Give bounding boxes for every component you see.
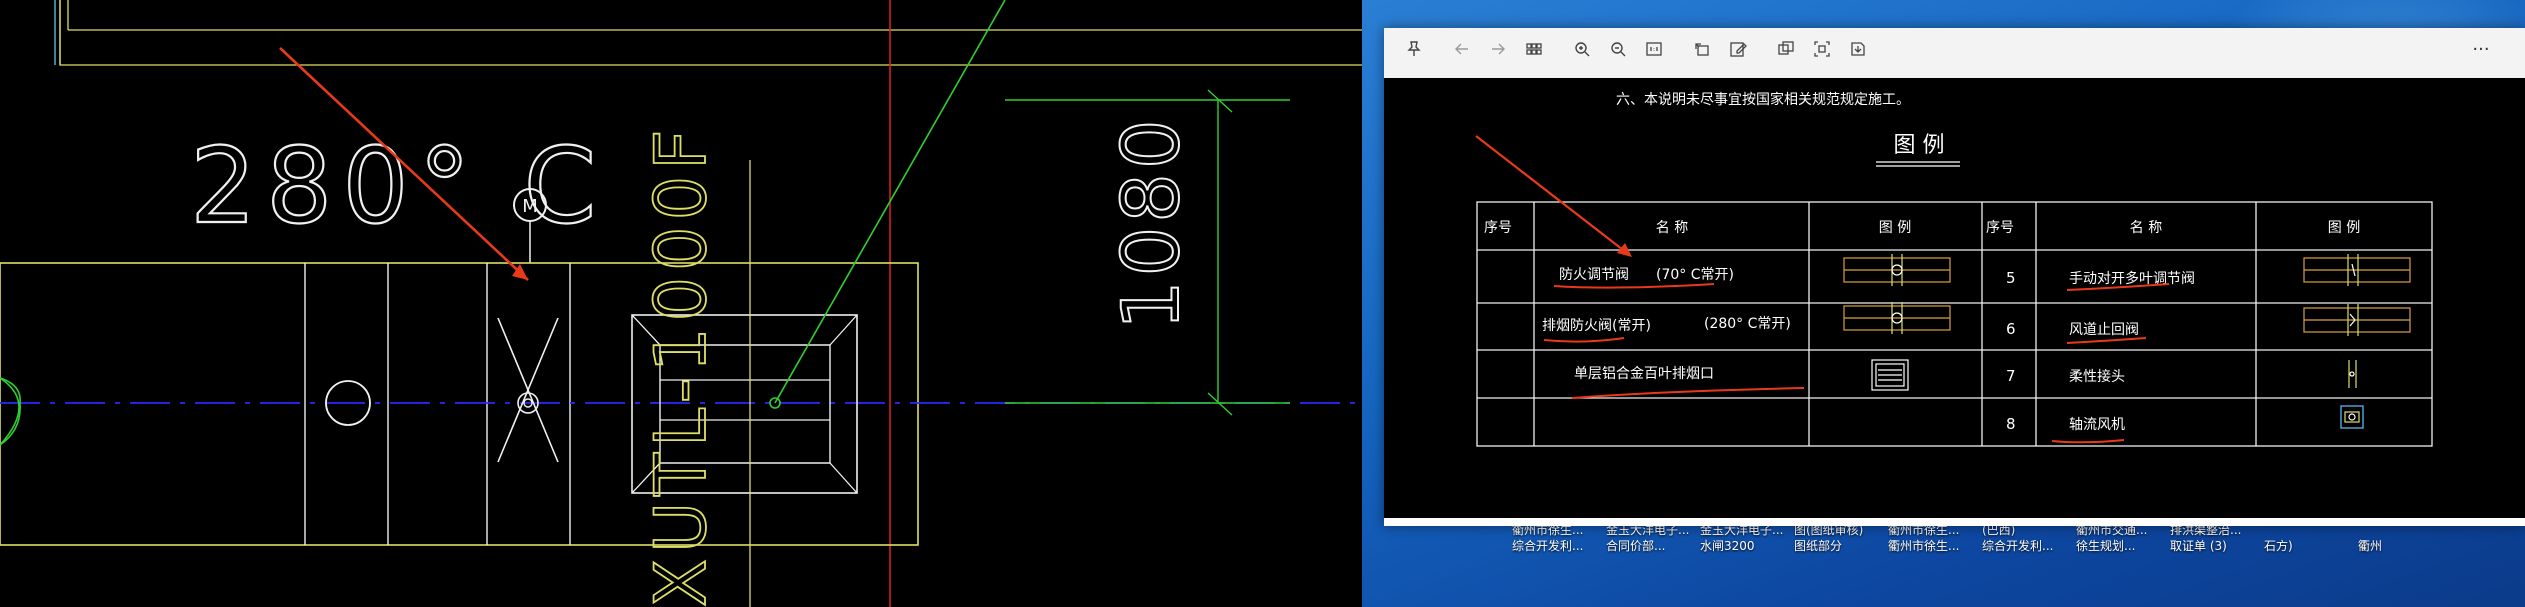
- desktop-icon-label[interactable]: 合同价部...: [1606, 538, 1700, 554]
- row2-name: 排烟防火阀(常开): [1542, 318, 1651, 334]
- desktop-icon-label[interactable]: 综合开发利...: [1512, 538, 1606, 554]
- row1-name: 防火调节阀: [1559, 267, 1629, 283]
- desktop-icon-label[interactable]: 水闸3200: [1700, 538, 1794, 554]
- copy-icon[interactable]: [1768, 34, 1804, 64]
- header-seq2: 序号: [1986, 220, 2014, 236]
- symbol-fire-damper: [1843, 254, 1951, 286]
- motor-label: M: [522, 196, 538, 217]
- desktop-icon-label[interactable]: 石方): [2264, 538, 2358, 554]
- cad-drawing: 280° C M XUTL-1000F 1080: [0, 0, 1362, 607]
- symbol-flexible-joint: [2348, 360, 2357, 388]
- duct-outline-top: [59, 0, 1362, 66]
- crop-icon[interactable]: [1804, 34, 1840, 64]
- row6-seq: 6: [2006, 320, 2016, 338]
- header-seq: 序号: [1484, 220, 1512, 236]
- symbol-smoke-damper: [1843, 302, 1951, 334]
- header-legend2: 图 例: [2328, 220, 2360, 236]
- zoom-in-icon[interactable]: [1564, 34, 1600, 64]
- forward-icon[interactable]: [1480, 34, 1516, 64]
- actual-size-icon[interactable]: [1636, 34, 1672, 64]
- viewer-bottom-bar: [1384, 518, 2525, 526]
- viewer-toolbar: ···: [1384, 28, 2525, 70]
- symbol-multi-blade-damper: [2303, 254, 2411, 286]
- symbol-louver-outlet: [1871, 359, 1909, 391]
- cad-viewport[interactable]: 280° C M XUTL-1000F 1080: [0, 0, 1362, 607]
- row7-name: 柔性接头: [2069, 368, 2125, 385]
- pin-icon[interactable]: [1396, 34, 1432, 64]
- image-viewer-window: ··· 六、本说明未尽事宜按国家相关规范规定施工。 图 例 序号 名 称 图 例…: [1384, 28, 2525, 526]
- row3-name: 单层铝合金百叶排烟口: [1574, 366, 1714, 382]
- note-line: 六、本说明未尽事宜按国家相关规范规定施工。: [1616, 91, 1910, 108]
- zoom-out-icon[interactable]: [1600, 34, 1636, 64]
- symbol-check-valve: [2303, 304, 2411, 336]
- rotate-icon[interactable]: [1684, 34, 1720, 64]
- row7-seq: 7: [2006, 367, 2016, 385]
- more-options-button[interactable]: ···: [2463, 36, 2499, 64]
- desktop-icon-label[interactable]: 综合开发利...: [1982, 538, 2076, 554]
- desktop-icon-label[interactable]: 徐生规划...: [2076, 538, 2170, 554]
- legend-drawing: 六、本说明未尽事宜按国家相关规范规定施工。 图 例 序号 名 称 图 例 序号 …: [1475, 91, 2433, 447]
- edit-icon[interactable]: [1720, 34, 1756, 64]
- row2-note: (280° C常开): [1704, 316, 1791, 332]
- row8-name: 轴流风机: [2069, 417, 2125, 433]
- model-label: XUTL-1000F: [640, 124, 722, 607]
- header-legend: 图 例: [1879, 220, 1911, 236]
- desktop-icons: 衢州市徐生... 金玉大洋电子... 金玉大洋电子... 图(图纸审核) 衢州市徐生..…: [1512, 522, 2512, 554]
- row5-seq: 5: [2006, 269, 2016, 287]
- header-name2: 名 称: [2130, 220, 2162, 236]
- save-icon[interactable]: [1840, 34, 1876, 64]
- header-name: 名 称: [1656, 220, 1688, 236]
- row5-name: 手动对开多叶调节阀: [2069, 270, 2195, 287]
- desktop-icon-label[interactable]: 取证单 (3): [2170, 538, 2264, 554]
- desktop-icon-label[interactable]: 衢州市徐生...: [1888, 538, 1982, 554]
- symbol-axial-fan: [2340, 405, 2364, 429]
- row8-seq: 8: [2006, 415, 2016, 433]
- desktop-icon-label[interactable]: 衢州: [2358, 538, 2452, 554]
- row6-name: 风道止回阀: [2069, 322, 2139, 338]
- back-icon[interactable]: [1444, 34, 1480, 64]
- dim-1080: 1080: [1107, 115, 1197, 330]
- viewer-image-content: 六、本说明未尽事宜按国家相关规范规定施工。 图 例 序号 名 称 图 例 序号 …: [1384, 78, 2525, 518]
- temp-label: 280° C: [190, 125, 606, 247]
- legend-title: 图 例: [1894, 133, 1945, 158]
- grid-icon[interactable]: [1516, 34, 1552, 64]
- desktop-icon-label[interactable]: 图纸部分: [1794, 538, 1888, 554]
- row1-note: (70° C常开): [1656, 267, 1734, 283]
